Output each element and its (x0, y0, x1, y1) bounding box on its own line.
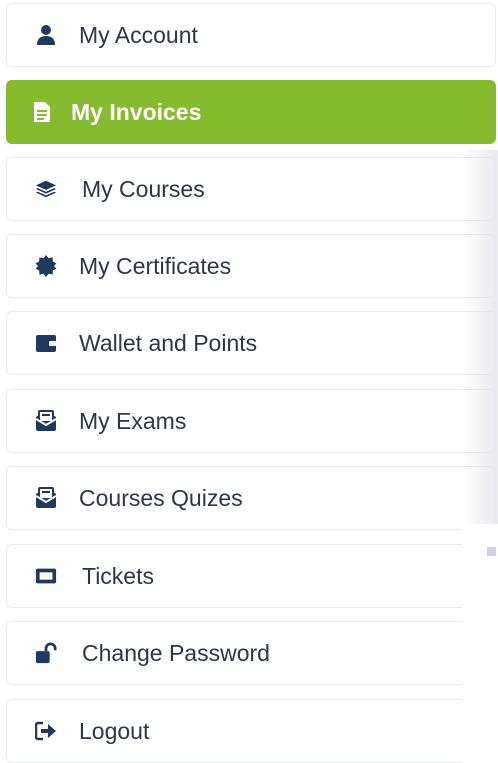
menu-item-label: My Exams (79, 407, 187, 434)
certificate-icon (35, 255, 57, 277)
logout-icon (35, 720, 57, 742)
quiz-icon (35, 487, 57, 509)
ticket-icon (35, 565, 57, 587)
menu-item-my-invoices[interactable]: My Invoices (6, 80, 496, 144)
invoice-icon (31, 101, 53, 123)
menu-item-tickets[interactable]: Tickets (6, 544, 496, 608)
user-icon (35, 24, 57, 46)
account-menu: My Account My Invoices My Courses My Cer… (0, 0, 498, 763)
menu-item-logout[interactable]: Logout (6, 699, 496, 763)
menu-item-label: My Invoices (71, 98, 202, 125)
right-edge-blank (462, 524, 498, 763)
exam-icon (35, 410, 57, 432)
layers-icon (35, 178, 57, 200)
wallet-icon (35, 332, 57, 354)
unlock-icon (35, 642, 57, 664)
menu-item-label: Courses Quizes (79, 484, 243, 511)
menu-item-label: Wallet and Points (79, 329, 258, 356)
menu-item-label: My Account (79, 21, 198, 48)
menu-item-label: Change Password (82, 639, 270, 666)
menu-item-my-exams[interactable]: My Exams (6, 389, 496, 453)
menu-item-my-account[interactable]: My Account (6, 3, 496, 67)
menu-item-my-courses[interactable]: My Courses (6, 157, 496, 221)
right-edge-marker (487, 547, 496, 556)
menu-item-my-certificates[interactable]: My Certificates (6, 234, 496, 298)
menu-item-courses-quizes[interactable]: Courses Quizes (6, 466, 496, 530)
menu-item-label: My Certificates (79, 252, 232, 279)
menu-item-label: Tickets (82, 562, 154, 589)
menu-item-change-password[interactable]: Change Password (6, 621, 496, 685)
menu-item-label: My Courses (82, 175, 205, 202)
menu-item-label: Logout (79, 717, 150, 744)
menu-item-wallet-and-points[interactable]: Wallet and Points (6, 311, 496, 375)
